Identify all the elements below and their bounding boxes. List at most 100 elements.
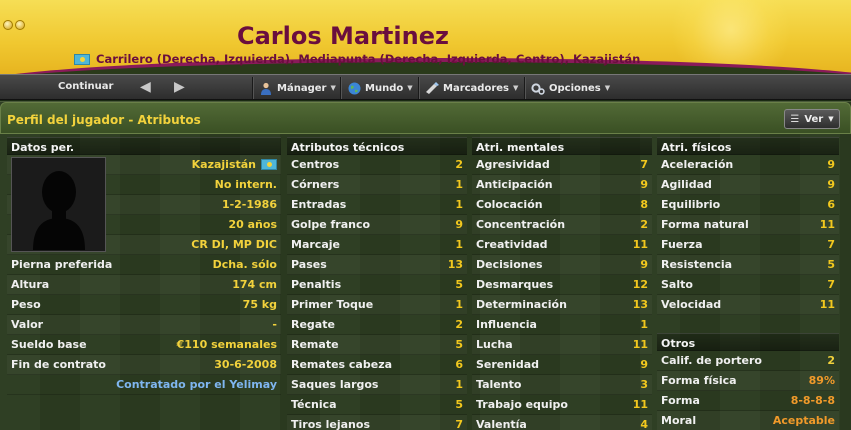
height-row: Altura 174 cm	[7, 275, 281, 295]
menu-opciones[interactable]: Opciones ▼	[524, 77, 616, 99]
continue-button[interactable]: Continuar	[58, 81, 113, 92]
physical-attribute-label: Agilidad	[661, 178, 712, 191]
technical-attribute-label: Técnica	[291, 398, 337, 411]
technical-attribute-row: Primer Toque 1	[287, 295, 467, 315]
window-close-button[interactable]	[15, 20, 25, 30]
weight-value: 75 kg	[242, 298, 277, 311]
mental-attribute-row: Valentía 4	[472, 415, 652, 430]
physical-attribute-label: Forma natural	[661, 218, 749, 231]
mental-attribute-row: Desmarques 12	[472, 275, 652, 295]
physical-attribute-row: Aceleración 9	[657, 155, 839, 175]
mental-attribute-label: Decisiones	[476, 258, 543, 271]
forward-arrow-icon[interactable]: ▶	[174, 79, 185, 95]
mental-attribute-label: Colocación	[476, 198, 543, 211]
menu-opciones-label: Opciones	[549, 82, 601, 94]
others-rows: Calif. de portero 2 Forma física 89% Forma 8-…	[657, 351, 839, 430]
height-value: 174 cm	[232, 278, 277, 291]
mental-attribute-row: Anticipación 9	[472, 175, 652, 195]
others-header: Otros	[657, 333, 839, 351]
mental-attribute-value: 2	[640, 218, 648, 231]
weight-label: Peso	[11, 298, 41, 311]
wage-label: Sueldo base	[11, 338, 87, 351]
others-attribute-label: Forma	[661, 394, 700, 407]
others-attribute-row: Forma física 89%	[657, 371, 839, 391]
mental-attribute-value: 13	[632, 298, 648, 311]
others-attribute-row: Moral Aceptable	[657, 411, 839, 430]
technical-attribute-value: 6	[455, 358, 463, 371]
technical-attribute-label: Golpe franco	[291, 218, 371, 231]
technical-attribute-value: 5	[455, 338, 463, 351]
mental-attribute-label: Serenidad	[476, 358, 540, 371]
age-value: 20 años	[228, 218, 278, 231]
chevron-down-icon: ▼	[513, 84, 519, 92]
technical-attribute-value: 1	[455, 238, 463, 251]
window-minimize-button[interactable]	[3, 20, 13, 30]
birth-date-value: 1-2-1986	[221, 198, 277, 211]
physical-attribute-row: Salto 7	[657, 275, 839, 295]
mental-attribute-label: Lucha	[476, 338, 513, 351]
others-attribute-label: Forma física	[661, 374, 737, 387]
technical-attribute-rows: Centros 2 Córners 1 Entradas 1 Golpe franco 9 Ma…	[287, 155, 467, 430]
nationality-value[interactable]: Kazajistán	[192, 158, 256, 171]
mental-attribute-row: Creatividad 11	[472, 235, 652, 255]
mental-attribute-value: 11	[632, 238, 648, 251]
back-arrow-icon[interactable]: ◀	[140, 79, 151, 95]
mental-attribute-label: Desmarques	[476, 278, 554, 291]
physical-attribute-value: 7	[827, 238, 835, 251]
mental-attribute-value: 7	[640, 158, 648, 171]
technical-attribute-row: Golpe franco 9	[287, 215, 467, 235]
others-attribute-label: Moral	[661, 414, 697, 427]
preferred-foot-row: Pierna preferida Dcha. sólo	[7, 255, 281, 275]
contract-end-label: Fin de contrato	[11, 358, 106, 371]
physical-attribute-rows: Aceleración 9 Agilidad 9 Equilibrio 6 Forma na…	[657, 155, 839, 315]
technical-attribute-label: Pases	[291, 258, 327, 271]
mental-attribute-label: Trabajo equipo	[476, 398, 568, 411]
mental-attribute-row: Agresividad 7	[472, 155, 652, 175]
menu-marcadores[interactable]: Marcadores ▼	[418, 77, 524, 99]
mental-attributes-header: Atri. mentales	[472, 137, 652, 155]
manager-icon	[259, 81, 273, 95]
others-attribute-label: Calif. de portero	[661, 354, 762, 367]
preferred-foot-value: Dcha. sólo	[212, 258, 277, 271]
mental-attributes-section: Atri. mentales Agresividad 7 Anticipación 9…	[472, 137, 652, 430]
mental-attribute-label: Influencia	[476, 318, 537, 331]
technical-attribute-value: 5	[455, 278, 463, 291]
technical-attribute-label: Remate	[291, 338, 339, 351]
value-row: Valor -	[7, 315, 281, 335]
personal-data-rows: Kazajistán No intern. 1-2-1986 20 años C…	[7, 155, 281, 395]
physical-attributes-section: Atri. físicos Aceleración 9 Agilidad 9 Equil…	[657, 137, 839, 430]
technical-attribute-value: 1	[455, 298, 463, 311]
position-short-value: CR DI, MP DIC	[191, 238, 277, 251]
contract-note-row: Contratado por el Yelimay	[7, 375, 281, 395]
contracted-by-link[interactable]: Contratado por el Yelimay	[116, 378, 277, 391]
player-name: Carlos Martinez	[237, 22, 449, 50]
mental-attribute-value: 1	[640, 318, 648, 331]
mental-attribute-label: Anticipación	[476, 178, 553, 191]
menu-mundo[interactable]: Mundo ▼	[340, 77, 419, 99]
value-label: Valor	[11, 318, 44, 331]
others-attribute-value: 8-8-8-8	[790, 394, 835, 407]
mental-attribute-row: Trabajo equipo 11	[472, 395, 652, 415]
physical-attribute-row: Forma natural 11	[657, 215, 839, 235]
technical-attribute-value: 1	[455, 378, 463, 391]
mental-attribute-value: 4	[640, 418, 648, 430]
others-attribute-row: Forma 8-8-8-8	[657, 391, 839, 411]
window-controls	[3, 20, 25, 30]
mental-attribute-value: 11	[632, 338, 648, 351]
bookmark-icon	[425, 81, 439, 95]
technical-attribute-label: Remates cabeza	[291, 358, 393, 371]
wage-row: Sueldo base €110 semanales	[7, 335, 281, 355]
technical-attribute-row: Córners 1	[287, 175, 467, 195]
contract-end-row: Fin de contrato 30-6-2008	[7, 355, 281, 375]
international-status-value: No intern.	[214, 178, 277, 191]
technical-attribute-row: Remate 5	[287, 335, 467, 355]
technical-attribute-label: Entradas	[291, 198, 347, 211]
mental-attribute-row: Talento 3	[472, 375, 652, 395]
technical-attribute-label: Penaltis	[291, 278, 342, 291]
others-attribute-value: Aceptable	[772, 414, 835, 427]
menu-manager[interactable]: Mánager ▼	[252, 77, 342, 99]
physical-attribute-value: 11	[819, 298, 835, 311]
chevron-down-icon: ▼	[330, 84, 336, 92]
view-menu-button[interactable]: ☰ Ver ▼	[784, 109, 840, 129]
player-photo	[11, 157, 106, 252]
